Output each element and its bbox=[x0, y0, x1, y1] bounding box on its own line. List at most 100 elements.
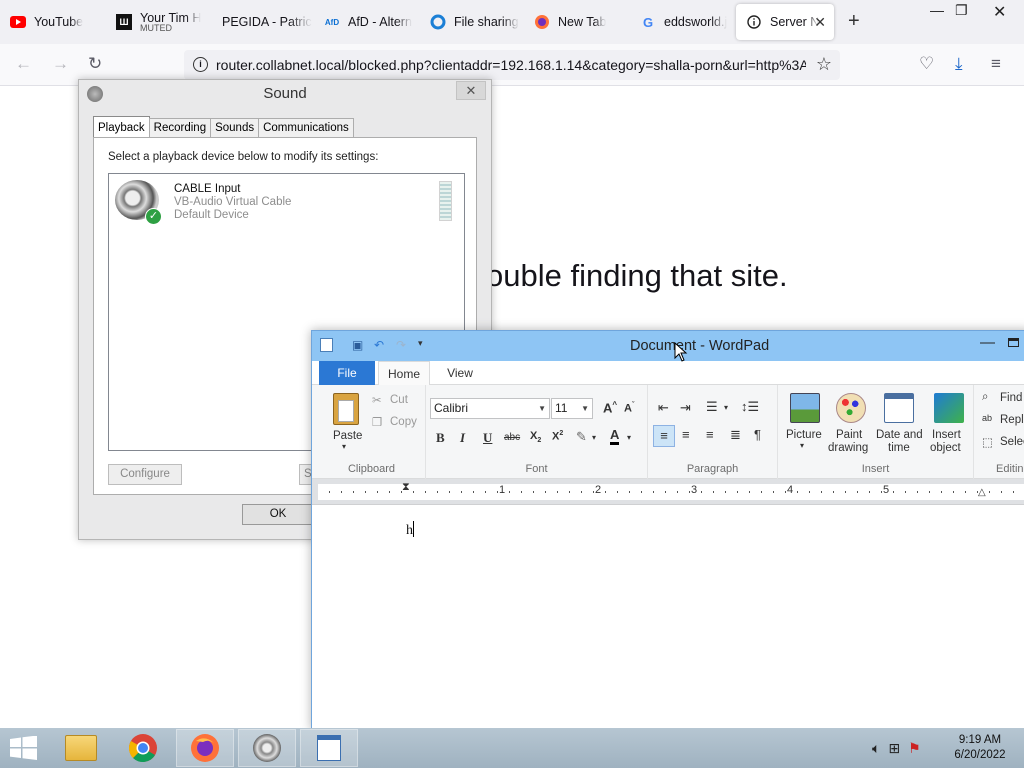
right-indent-marker[interactable]: △ bbox=[978, 487, 986, 498]
copy-button[interactable]: ❐ Copy bbox=[372, 415, 422, 431]
typed-text: h bbox=[406, 523, 413, 538]
bullet-dropdown-icon[interactable]: ▾ bbox=[724, 403, 728, 412]
action-center-icon[interactable]: ⚑ bbox=[908, 740, 921, 757]
italic-icon[interactable]: I bbox=[460, 430, 465, 446]
close-tab-icon[interactable]: ✕ bbox=[814, 14, 826, 31]
insert-object-button[interactable]: Insert object bbox=[926, 391, 972, 459]
undo-icon[interactable]: ↶ bbox=[374, 338, 389, 353]
sound-dialog-title: Sound bbox=[263, 85, 307, 102]
tab-recording[interactable]: Recording bbox=[148, 118, 212, 138]
document-text[interactable]: h bbox=[406, 521, 414, 539]
close-window-button[interactable]: ✕ bbox=[993, 2, 1006, 22]
ok-button[interactable]: OK bbox=[242, 504, 314, 525]
tab-youtube[interactable]: YouTube bbox=[0, 0, 106, 44]
ribbon-tabs: File Home View bbox=[312, 361, 1024, 386]
line-spacing-icon[interactable]: ↕☰ bbox=[741, 399, 759, 415]
pocket-icon[interactable]: ♡ bbox=[919, 54, 934, 74]
configure-button[interactable]: Configure bbox=[108, 464, 182, 485]
tab-your-tim[interactable]: Ш Your Tim H MUTED bbox=[106, 0, 212, 44]
new-tab-button[interactable]: + bbox=[848, 10, 860, 33]
tab-sounds[interactable]: Sounds bbox=[210, 118, 260, 138]
tab-new-tab[interactable]: New Tab bbox=[524, 0, 626, 44]
taskbar-chrome[interactable] bbox=[114, 729, 172, 767]
chevron-down-icon: ▼ bbox=[538, 404, 546, 413]
font-size-select[interactable]: 11 ▼ bbox=[551, 398, 593, 419]
site-info-icon[interactable]: i bbox=[193, 57, 208, 72]
paste-button[interactable]: Paste ▾ bbox=[326, 391, 366, 453]
restore-window-button[interactable]: ❐ bbox=[955, 2, 968, 19]
text-caret bbox=[413, 521, 414, 537]
taskbar-file-explorer[interactable] bbox=[52, 729, 110, 767]
wordpad-titlebar[interactable]: ▣ ↶ ↷ ▾ Document - WordPad — bbox=[312, 331, 1024, 361]
font-family-select[interactable]: Calibri ▼ bbox=[430, 398, 550, 419]
customize-toolbar-icon[interactable]: ▾ bbox=[418, 338, 433, 353]
increase-indent-icon[interactable]: ⇥ bbox=[680, 400, 691, 416]
cut-button[interactable]: ✂ Cut bbox=[372, 393, 422, 409]
tab-server-active[interactable]: Server N ✕ bbox=[736, 4, 834, 40]
tab-file[interactable]: File bbox=[319, 361, 375, 385]
ruler[interactable]: ⧗ 1 2 3 4 5 △ bbox=[312, 479, 1024, 505]
minimize-window-button[interactable]: — bbox=[930, 2, 944, 18]
windows-logo-icon bbox=[10, 735, 37, 760]
align-center-icon[interactable]: ≡ bbox=[682, 427, 690, 442]
tab-pegida[interactable]: PEGIDA - Patric bbox=[212, 0, 314, 44]
replace-button[interactable]: ab Repl bbox=[982, 413, 1024, 429]
tab-file-sharing[interactable]: File sharing bbox=[420, 0, 522, 44]
picture-button[interactable]: Picture ▾ bbox=[782, 391, 828, 459]
forward-arrow-icon[interactable]: → bbox=[52, 54, 69, 74]
superscript-icon[interactable]: X2 bbox=[552, 430, 563, 443]
downloads-icon[interactable]: ⤓ bbox=[955, 54, 963, 74]
url-bar[interactable]: i router.collabnet.local/blocked.php?cli… bbox=[184, 50, 840, 80]
font-color-dropdown-icon[interactable]: ▾ bbox=[627, 433, 631, 442]
paragraph-settings-icon[interactable]: ¶ bbox=[754, 427, 761, 442]
maximize-button[interactable] bbox=[1008, 338, 1019, 347]
tab-communications[interactable]: Communications bbox=[258, 118, 354, 138]
decrease-indent-icon[interactable]: ⇤ bbox=[658, 400, 669, 416]
wordpad-app-icon[interactable] bbox=[320, 338, 333, 352]
underline-icon[interactable]: U bbox=[483, 430, 492, 446]
bookmark-star-icon[interactable]: ☆ bbox=[816, 54, 832, 75]
align-right-icon[interactable]: ≡ bbox=[706, 427, 714, 442]
redo-icon[interactable]: ↷ bbox=[396, 338, 411, 353]
volume-icon[interactable]: 🔈︎ bbox=[872, 740, 880, 757]
taskbar-wordpad[interactable] bbox=[300, 729, 358, 767]
menu-icon[interactable]: ≡ bbox=[991, 54, 1001, 74]
tab-afd[interactable]: AfD AfD - Altern bbox=[314, 0, 416, 44]
bullet-list-icon[interactable]: ☰ bbox=[706, 399, 718, 415]
ruler-number: 3 bbox=[691, 484, 698, 496]
tab-view[interactable]: View bbox=[440, 361, 480, 385]
tab-eddsworld[interactable]: G eddsworld.j bbox=[630, 0, 732, 44]
date-time-button[interactable]: Date and time bbox=[874, 391, 926, 459]
minimize-button[interactable]: — bbox=[980, 334, 995, 351]
shrink-font-icon[interactable]: Aˇ bbox=[624, 402, 634, 415]
close-button[interactable]: ✕ bbox=[456, 81, 486, 100]
tab-playback[interactable]: Playback bbox=[93, 116, 150, 138]
align-left-icon[interactable]: ≡ bbox=[653, 425, 675, 447]
device-item[interactable]: ✓ CABLE Input VB-Audio Virtual Cable Def… bbox=[109, 174, 464, 228]
grow-font-icon[interactable]: A^ bbox=[603, 400, 617, 415]
font-color-icon[interactable]: A bbox=[610, 428, 620, 445]
bold-icon[interactable]: B bbox=[436, 430, 445, 446]
network-icon[interactable]: ⊞ bbox=[888, 740, 900, 757]
taskbar-firefox[interactable] bbox=[176, 729, 234, 767]
first-line-indent-marker[interactable]: ⧗ bbox=[402, 481, 410, 494]
clock[interactable]: 9:19 AM 6/20/2022 bbox=[948, 733, 1012, 763]
justify-icon[interactable]: ≣ bbox=[730, 427, 741, 443]
select-all-button[interactable]: ⬚ Selec bbox=[982, 435, 1024, 451]
paint-drawing-button[interactable]: Paint drawing bbox=[828, 391, 874, 459]
highlight-dropdown-icon[interactable]: ▾ bbox=[592, 433, 596, 442]
taskbar-sound[interactable] bbox=[238, 729, 296, 767]
subscript-icon[interactable]: X2 bbox=[530, 430, 541, 444]
strikethrough-icon[interactable]: abc bbox=[504, 432, 520, 443]
highlight-icon[interactable]: ✎ bbox=[576, 429, 587, 445]
save-icon[interactable]: ▣ bbox=[352, 338, 367, 353]
start-button[interactable] bbox=[10, 735, 38, 760]
back-arrow-icon[interactable]: ← bbox=[15, 54, 32, 74]
tab-label: YouTube bbox=[34, 15, 84, 29]
reload-icon[interactable]: ↻ bbox=[88, 54, 102, 74]
document-area[interactable]: h bbox=[312, 506, 1024, 731]
tab-home[interactable]: Home bbox=[378, 361, 430, 386]
ribbon: Paste ▾ ✂ Cut ❐ Copy Clipboard Calibri ▼ … bbox=[312, 385, 1024, 479]
url-text[interactable]: router.collabnet.local/blocked.php?clien… bbox=[216, 57, 806, 73]
find-button[interactable]: ⌕ Find bbox=[982, 391, 1024, 407]
